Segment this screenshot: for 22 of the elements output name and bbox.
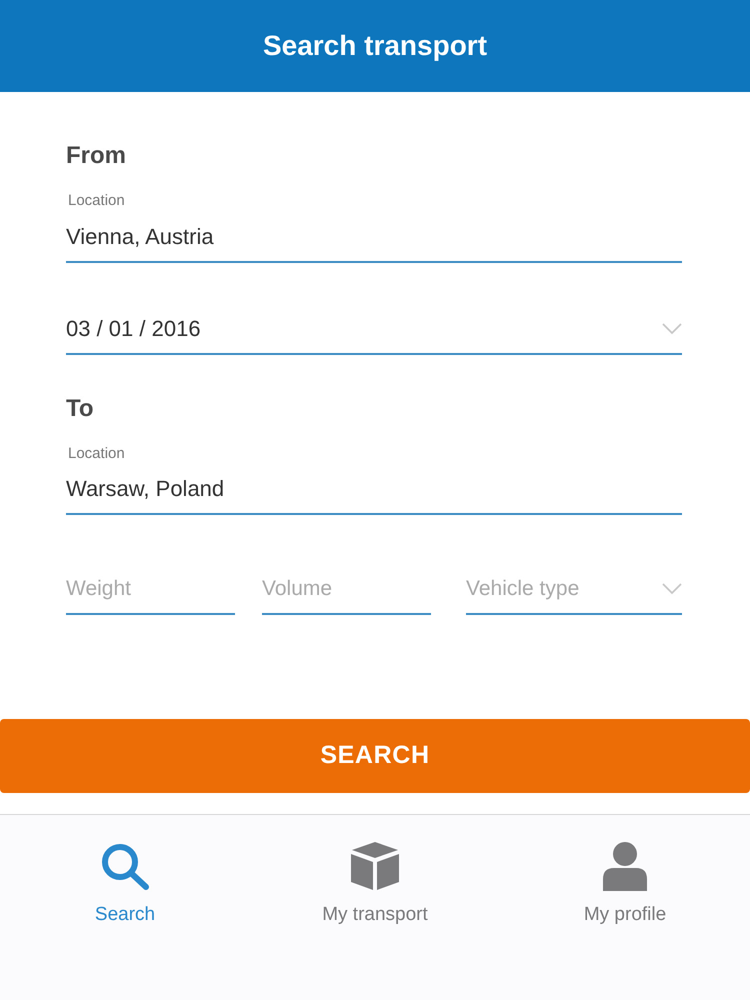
location-field[interactable]: Location Warsaw, Poland [66, 442, 682, 515]
tab-item[interactable]: Search [0, 814, 250, 1000]
input-field[interactable]: Volume [262, 573, 431, 614]
field-value: 03 / 01 / 2016 [66, 314, 201, 342]
page-title: Search transport [262, 29, 488, 63]
section-heading: From [66, 141, 127, 171]
search-button[interactable]: SEARCH [0, 718, 750, 792]
field-value: Warsaw, Poland [66, 475, 226, 503]
tab-item[interactable]: My transport [250, 814, 500, 1000]
tab-item[interactable]: My profile [500, 814, 750, 1000]
vehicle-type-field[interactable]: Vehicle type [466, 573, 682, 614]
section-heading: To [66, 394, 95, 424]
input-field[interactable]: Weight [66, 573, 235, 614]
location-field[interactable]: Location Vienna, Austria [66, 190, 682, 262]
chevron-down-icon [662, 322, 682, 334]
chevron-down-icon [662, 582, 682, 595]
field-value: Vienna, Austria [66, 222, 215, 250]
field-label: Location [68, 444, 126, 464]
cube-icon [350, 840, 400, 890]
date-field[interactable]: 03 / 01 / 2016 [66, 314, 682, 354]
person-icon [602, 840, 648, 890]
field-label: Location [68, 191, 126, 211]
